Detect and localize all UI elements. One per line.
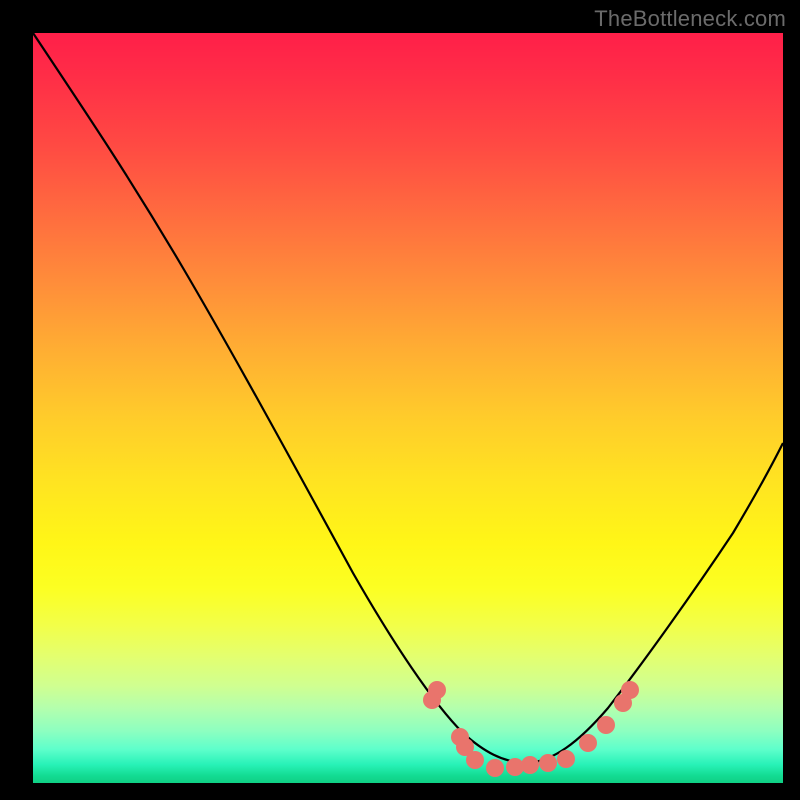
curve-layer: [33, 33, 783, 783]
marker-group: [423, 681, 639, 777]
curve-marker: [557, 750, 575, 768]
curve-marker: [597, 716, 615, 734]
curve-marker: [521, 756, 539, 774]
curve-marker: [486, 759, 504, 777]
bottleneck-curve: [33, 33, 783, 763]
chart-frame: TheBottleneck.com: [0, 0, 800, 800]
curve-marker: [579, 734, 597, 752]
curve-marker: [539, 754, 557, 772]
curve-marker: [428, 681, 446, 699]
curve-marker: [621, 681, 639, 699]
watermark-text: TheBottleneck.com: [594, 6, 786, 32]
curve-marker: [466, 751, 484, 769]
plot-area: [33, 33, 783, 783]
